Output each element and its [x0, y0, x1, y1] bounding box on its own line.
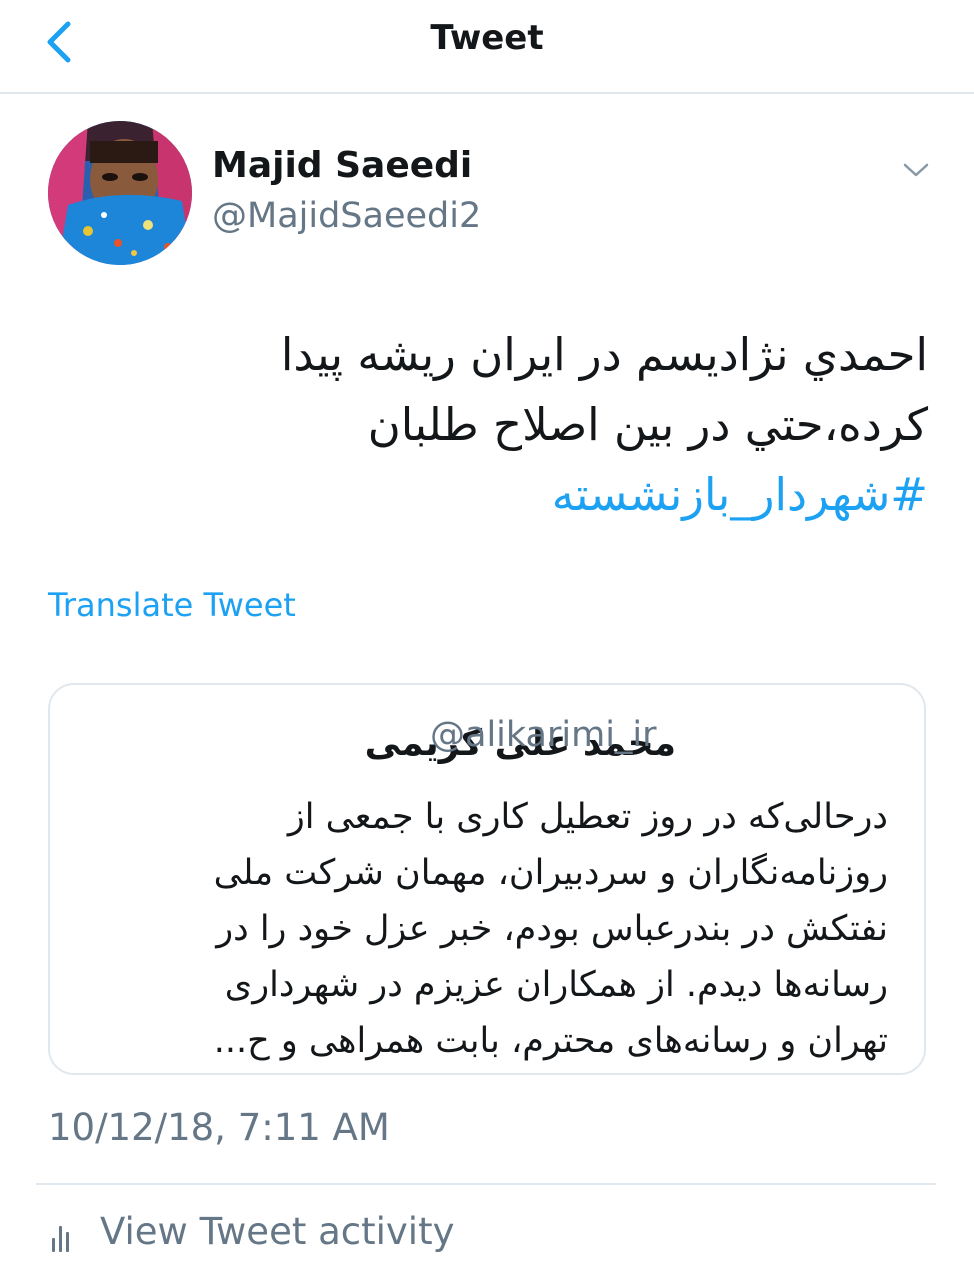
avatar[interactable]: [48, 121, 192, 265]
top-bar: Tweet: [0, 0, 974, 94]
translate-tweet-link[interactable]: Translate Tweet: [48, 586, 296, 624]
quoted-author-handle: @alikarimi_ir: [430, 715, 657, 755]
author-handle[interactable]: @MajidSaeedi2: [212, 196, 481, 236]
bar-chart-icon: [52, 1212, 78, 1252]
quoted-tweet-text: درحالی‌که در روز تعطیل کاری با جمعی از ر…: [90, 789, 888, 1069]
author-name[interactable]: Majid Saeedi: [212, 145, 472, 186]
tweet-text-line: كرده،حتي در بين اصلاح طلبان: [367, 398, 928, 451]
divider: [36, 1183, 936, 1185]
avatar-image: [48, 121, 192, 265]
hashtag-link[interactable]: #شهردار_بازنشسته: [280, 460, 928, 530]
quoted-text-line: تهران و رسانه‌های محترم، بابت همراهی و ح…: [213, 1021, 888, 1061]
page-title: Tweet: [430, 18, 544, 58]
quoted-text-line: رسانه‌ها دیدم. از همکاران عزیزم در شهردا…: [224, 965, 888, 1005]
more-options-button[interactable]: [896, 152, 936, 188]
view-tweet-activity-label: View Tweet activity: [100, 1210, 455, 1253]
quoted-tweet-card[interactable]: محمد علی کریمی @alikarimi_ir درحالی‌که د…: [48, 683, 926, 1075]
quoted-text-line: روزنامه‌نگاران و سردبیران، مهمان شرکت مل…: [213, 853, 888, 893]
tweet-timestamp: 10/12/18, 7:11 AM: [48, 1106, 390, 1149]
quoted-text-line: نفتکش در بندرعباس بودم، خبر عزل خود را د…: [216, 909, 888, 949]
tweet-text: احمدي نژاديسم در ايران ريشه پيدا كرده،حت…: [280, 320, 928, 530]
chevron-down-icon: [903, 163, 929, 177]
tweet-text-line: احمدي نژاديسم در ايران ريشه پيدا: [280, 328, 928, 381]
view-tweet-activity-button[interactable]: View Tweet activity: [52, 1210, 454, 1253]
quoted-text-line: درحالی‌که در روز تعطیل کاری با جمعی از: [287, 797, 888, 837]
